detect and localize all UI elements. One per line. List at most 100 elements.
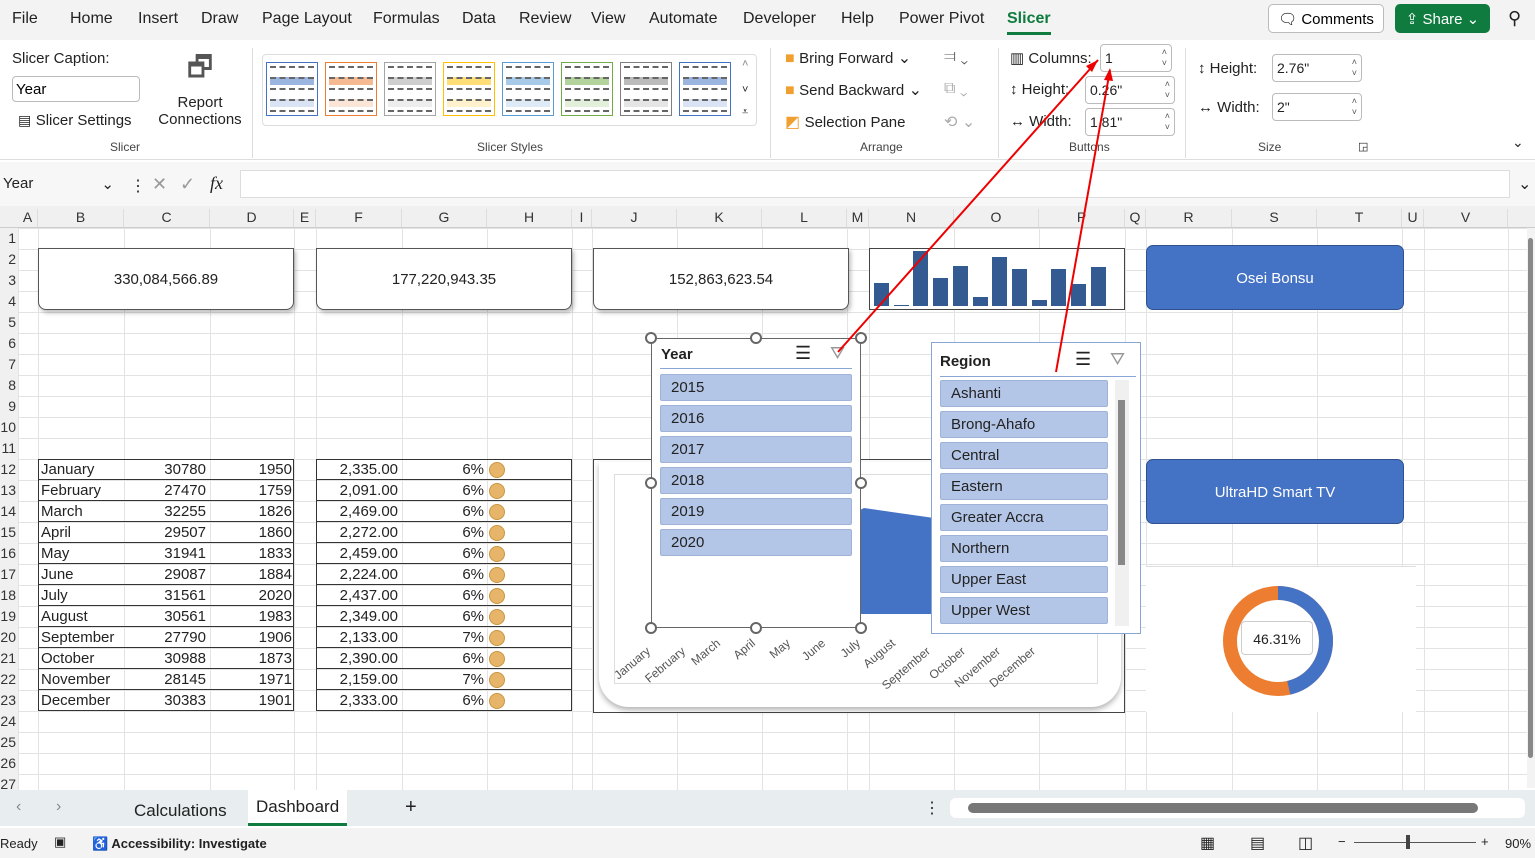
month-cell[interactable]: September <box>41 627 114 648</box>
insert-function-icon[interactable]: fx <box>210 173 223 194</box>
macro-record-icon[interactable]: ▣ <box>54 834 66 850</box>
sales-cell[interactable]: 29087 <box>124 564 206 585</box>
menu-automate[interactable]: Automate <box>649 10 717 28</box>
sales-cell[interactable]: 29507 <box>124 522 206 543</box>
units-cell[interactable]: 1833 <box>210 543 292 564</box>
column-header[interactable]: F <box>316 209 402 227</box>
size-dialog-launcher-icon[interactable]: ◲ <box>1358 140 1368 153</box>
slicer-item[interactable]: Central <box>940 442 1108 469</box>
gallery-up-icon[interactable]: ˄ <box>742 58 748 70</box>
percent-cell[interactable]: 6% <box>402 501 484 522</box>
amount-cell[interactable]: 2,272.00 <box>316 522 398 543</box>
menu-insert[interactable]: Insert <box>138 10 178 28</box>
column-header[interactable]: N <box>869 209 954 227</box>
sales-cell[interactable]: 30383 <box>124 690 206 711</box>
normal-view-icon[interactable]: ▦ <box>1200 833 1215 853</box>
sales-cell[interactable]: 27470 <box>124 480 206 501</box>
slicer-style-swatch[interactable] <box>266 62 318 116</box>
row-header[interactable]: 2 <box>0 249 18 270</box>
amount-cell[interactable]: 2,469.00 <box>316 501 398 522</box>
menu-page-layout[interactable]: Page Layout <box>262 10 352 28</box>
percent-cell[interactable]: 6% <box>402 459 484 480</box>
column-header[interactable]: H <box>487 209 572 227</box>
row-header[interactable]: 22 <box>0 669 18 690</box>
scrollbar-thumb[interactable] <box>1118 400 1125 565</box>
selection-pane-button[interactable]: ◩ Selection Pane <box>785 112 905 132</box>
column-header[interactable]: P <box>1039 209 1125 227</box>
row-header[interactable]: 3 <box>0 270 18 291</box>
menu-developer[interactable]: Developer <box>743 10 816 28</box>
slicer-item[interactable]: 2018 <box>660 467 852 494</box>
column-header[interactable]: T <box>1317 209 1402 227</box>
multi-select-icon[interactable]: ☰ <box>1075 349 1091 370</box>
multi-select-icon[interactable]: ☰ <box>795 343 811 364</box>
column-header[interactable]: L <box>762 209 847 227</box>
row-header[interactable]: 20 <box>0 627 18 648</box>
row-header[interactable]: 9 <box>0 396 18 417</box>
row-header[interactable]: 12 <box>0 459 18 480</box>
resize-handle[interactable] <box>855 477 867 489</box>
amount-cell[interactable]: 2,459.00 <box>316 543 398 564</box>
units-cell[interactable]: 1759 <box>210 480 292 501</box>
collapse-ribbon-icon[interactable]: ⌄ <box>1512 134 1524 151</box>
slicer-item[interactable]: 2015 <box>660 374 852 401</box>
clear-filter-icon[interactable]: ⛛ <box>1110 349 1125 370</box>
column-header[interactable]: I <box>572 209 592 227</box>
column-header[interactable]: U <box>1402 209 1424 227</box>
row-header[interactable]: 14 <box>0 501 18 522</box>
report-connections-button[interactable]: 🗗 Report Connections <box>158 46 242 128</box>
column-header[interactable]: O <box>954 209 1039 227</box>
region-slicer[interactable]: Region ☰ ⛛ Ashanti Brong-Ahafo Central Eastern… <box>931 342 1141 634</box>
zoom-slider[interactable] <box>1354 835 1476 849</box>
slicer-caption-input[interactable] <box>12 76 140 102</box>
row-header[interactable]: 26 <box>0 753 18 774</box>
slicer-style-swatch[interactable] <box>561 62 613 116</box>
row-header[interactable]: 24 <box>0 711 18 732</box>
resize-handle[interactable] <box>645 332 657 344</box>
scrollbar-thumb[interactable] <box>1528 238 1533 758</box>
column-header[interactable]: M <box>847 209 869 227</box>
slicer-item[interactable]: 2017 <box>660 436 852 463</box>
slicer-style-swatch[interactable] <box>443 62 495 116</box>
sales-cell[interactable]: 30988 <box>124 648 206 669</box>
resize-handle[interactable] <box>645 477 657 489</box>
slicer-item[interactable]: Ashanti <box>940 380 1108 407</box>
size-width-spinner[interactable]: 2" ˄ ˅ <box>1272 93 1362 121</box>
enter-icon[interactable]: ✓ <box>180 174 195 195</box>
units-cell[interactable]: 1950 <box>210 459 292 480</box>
row-header[interactable]: 23 <box>0 690 18 711</box>
percent-cell[interactable]: 6% <box>402 690 484 711</box>
row-header[interactable]: 19 <box>0 606 18 627</box>
year-slicer[interactable]: Year ☰ ⛛ 2015 2016 2017 2018 2019 2020 <box>651 338 861 628</box>
cancel-icon[interactable]: ✕ <box>152 174 167 195</box>
percent-cell[interactable]: 6% <box>402 606 484 627</box>
add-sheet-icon[interactable]: + <box>405 796 417 819</box>
row-header[interactable]: 8 <box>0 375 18 396</box>
menu-review[interactable]: Review <box>519 10 571 28</box>
name-button[interactable]: Osei Bonsu <box>1146 245 1404 310</box>
row-header[interactable]: 5 <box>0 312 18 333</box>
sales-cell[interactable]: 31941 <box>124 543 206 564</box>
column-header[interactable]: A <box>18 209 38 227</box>
slicer-item[interactable]: Northern <box>940 535 1108 562</box>
menu-draw[interactable]: Draw <box>201 10 238 28</box>
clear-filter-icon[interactable]: ⛛ <box>830 343 845 364</box>
percent-cell[interactable]: 6% <box>402 480 484 501</box>
resize-handle[interactable] <box>750 332 762 344</box>
percent-cell[interactable]: 7% <box>402 669 484 690</box>
resize-handle[interactable] <box>645 622 657 634</box>
menu-view[interactable]: View <box>591 10 625 28</box>
row-header[interactable]: 6 <box>0 333 18 354</box>
name-box[interactable]: Year ⌄ <box>0 172 120 198</box>
size-height-spinner[interactable]: 2.76" ˄ ˅ <box>1272 54 1362 82</box>
page-layout-view-icon[interactable]: ▤ <box>1250 833 1265 853</box>
menu-power-pivot[interactable]: Power Pivot <box>899 10 984 28</box>
slicer-item[interactable]: Eastern <box>940 473 1108 500</box>
slicer-settings-button[interactable]: ▤ Slicer Settings <box>18 112 132 130</box>
column-header[interactable]: V <box>1424 209 1508 227</box>
sales-cell[interactable]: 28145 <box>124 669 206 690</box>
gallery-more-icon[interactable]: ⩡ <box>742 106 748 119</box>
menu-file[interactable]: File <box>12 10 38 28</box>
person-icon[interactable]: ⚲ <box>1508 8 1521 29</box>
sales-cell[interactable]: 32255 <box>124 501 206 522</box>
